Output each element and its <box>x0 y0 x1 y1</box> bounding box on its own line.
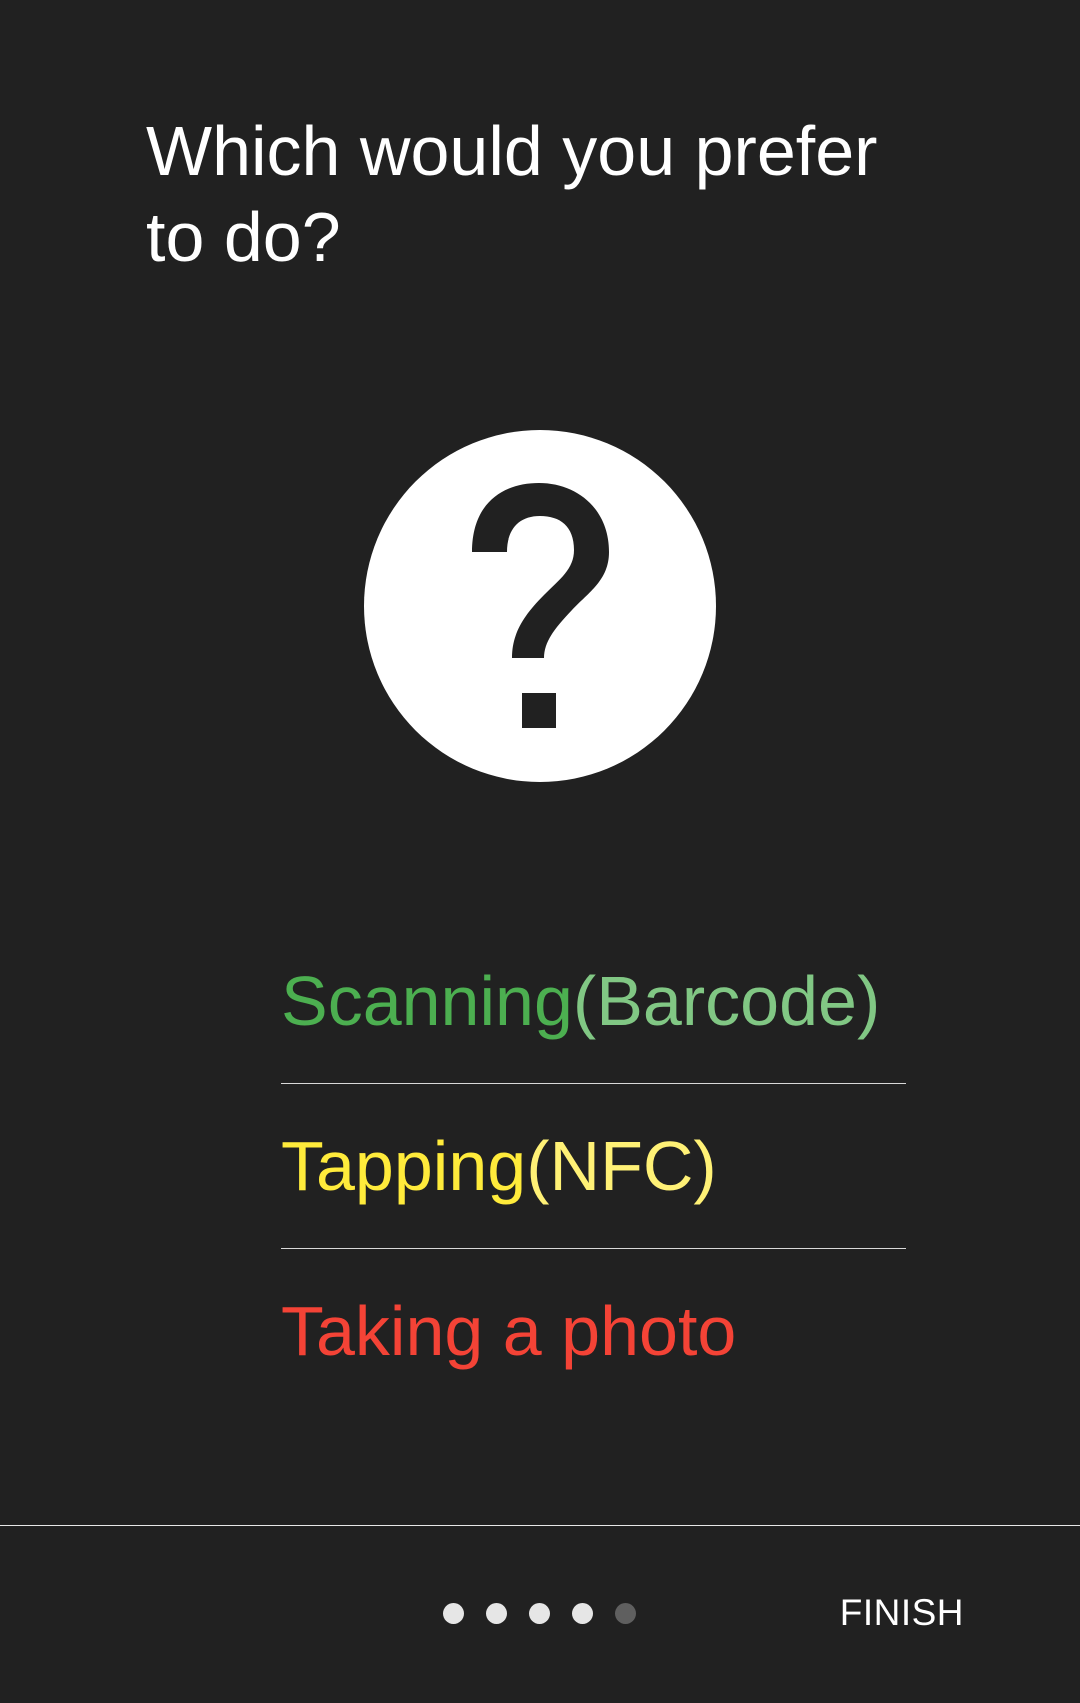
options-list: Scanning (Barcode) Tapping (NFC) Taking … <box>281 918 906 1413</box>
option-label: Tapping <box>281 1127 527 1205</box>
option-label: Scanning <box>281 961 573 1040</box>
help-circle-icon <box>364 430 716 782</box>
page-title: Which would you prefer to do? <box>146 112 878 276</box>
page-dot <box>486 1603 507 1624</box>
page-indicator <box>443 1603 636 1624</box>
footer-divider <box>0 1525 1080 1526</box>
page-dot <box>572 1603 593 1624</box>
option-label: Taking a photo <box>281 1292 737 1370</box>
page-dot <box>615 1603 636 1624</box>
option-taking-photo[interactable]: Taking a photo <box>281 1248 906 1413</box>
page-dot <box>529 1603 550 1624</box>
option-sublabel: (NFC) <box>526 1127 717 1205</box>
question-mark-icon <box>364 430 716 782</box>
option-sublabel: (Barcode) <box>572 961 881 1040</box>
page-dot <box>443 1603 464 1624</box>
finish-button[interactable]: FINISH <box>840 1592 964 1634</box>
option-tapping-nfc[interactable]: Tapping (NFC) <box>281 1083 906 1248</box>
option-scanning-barcode[interactable]: Scanning (Barcode) <box>281 918 906 1083</box>
